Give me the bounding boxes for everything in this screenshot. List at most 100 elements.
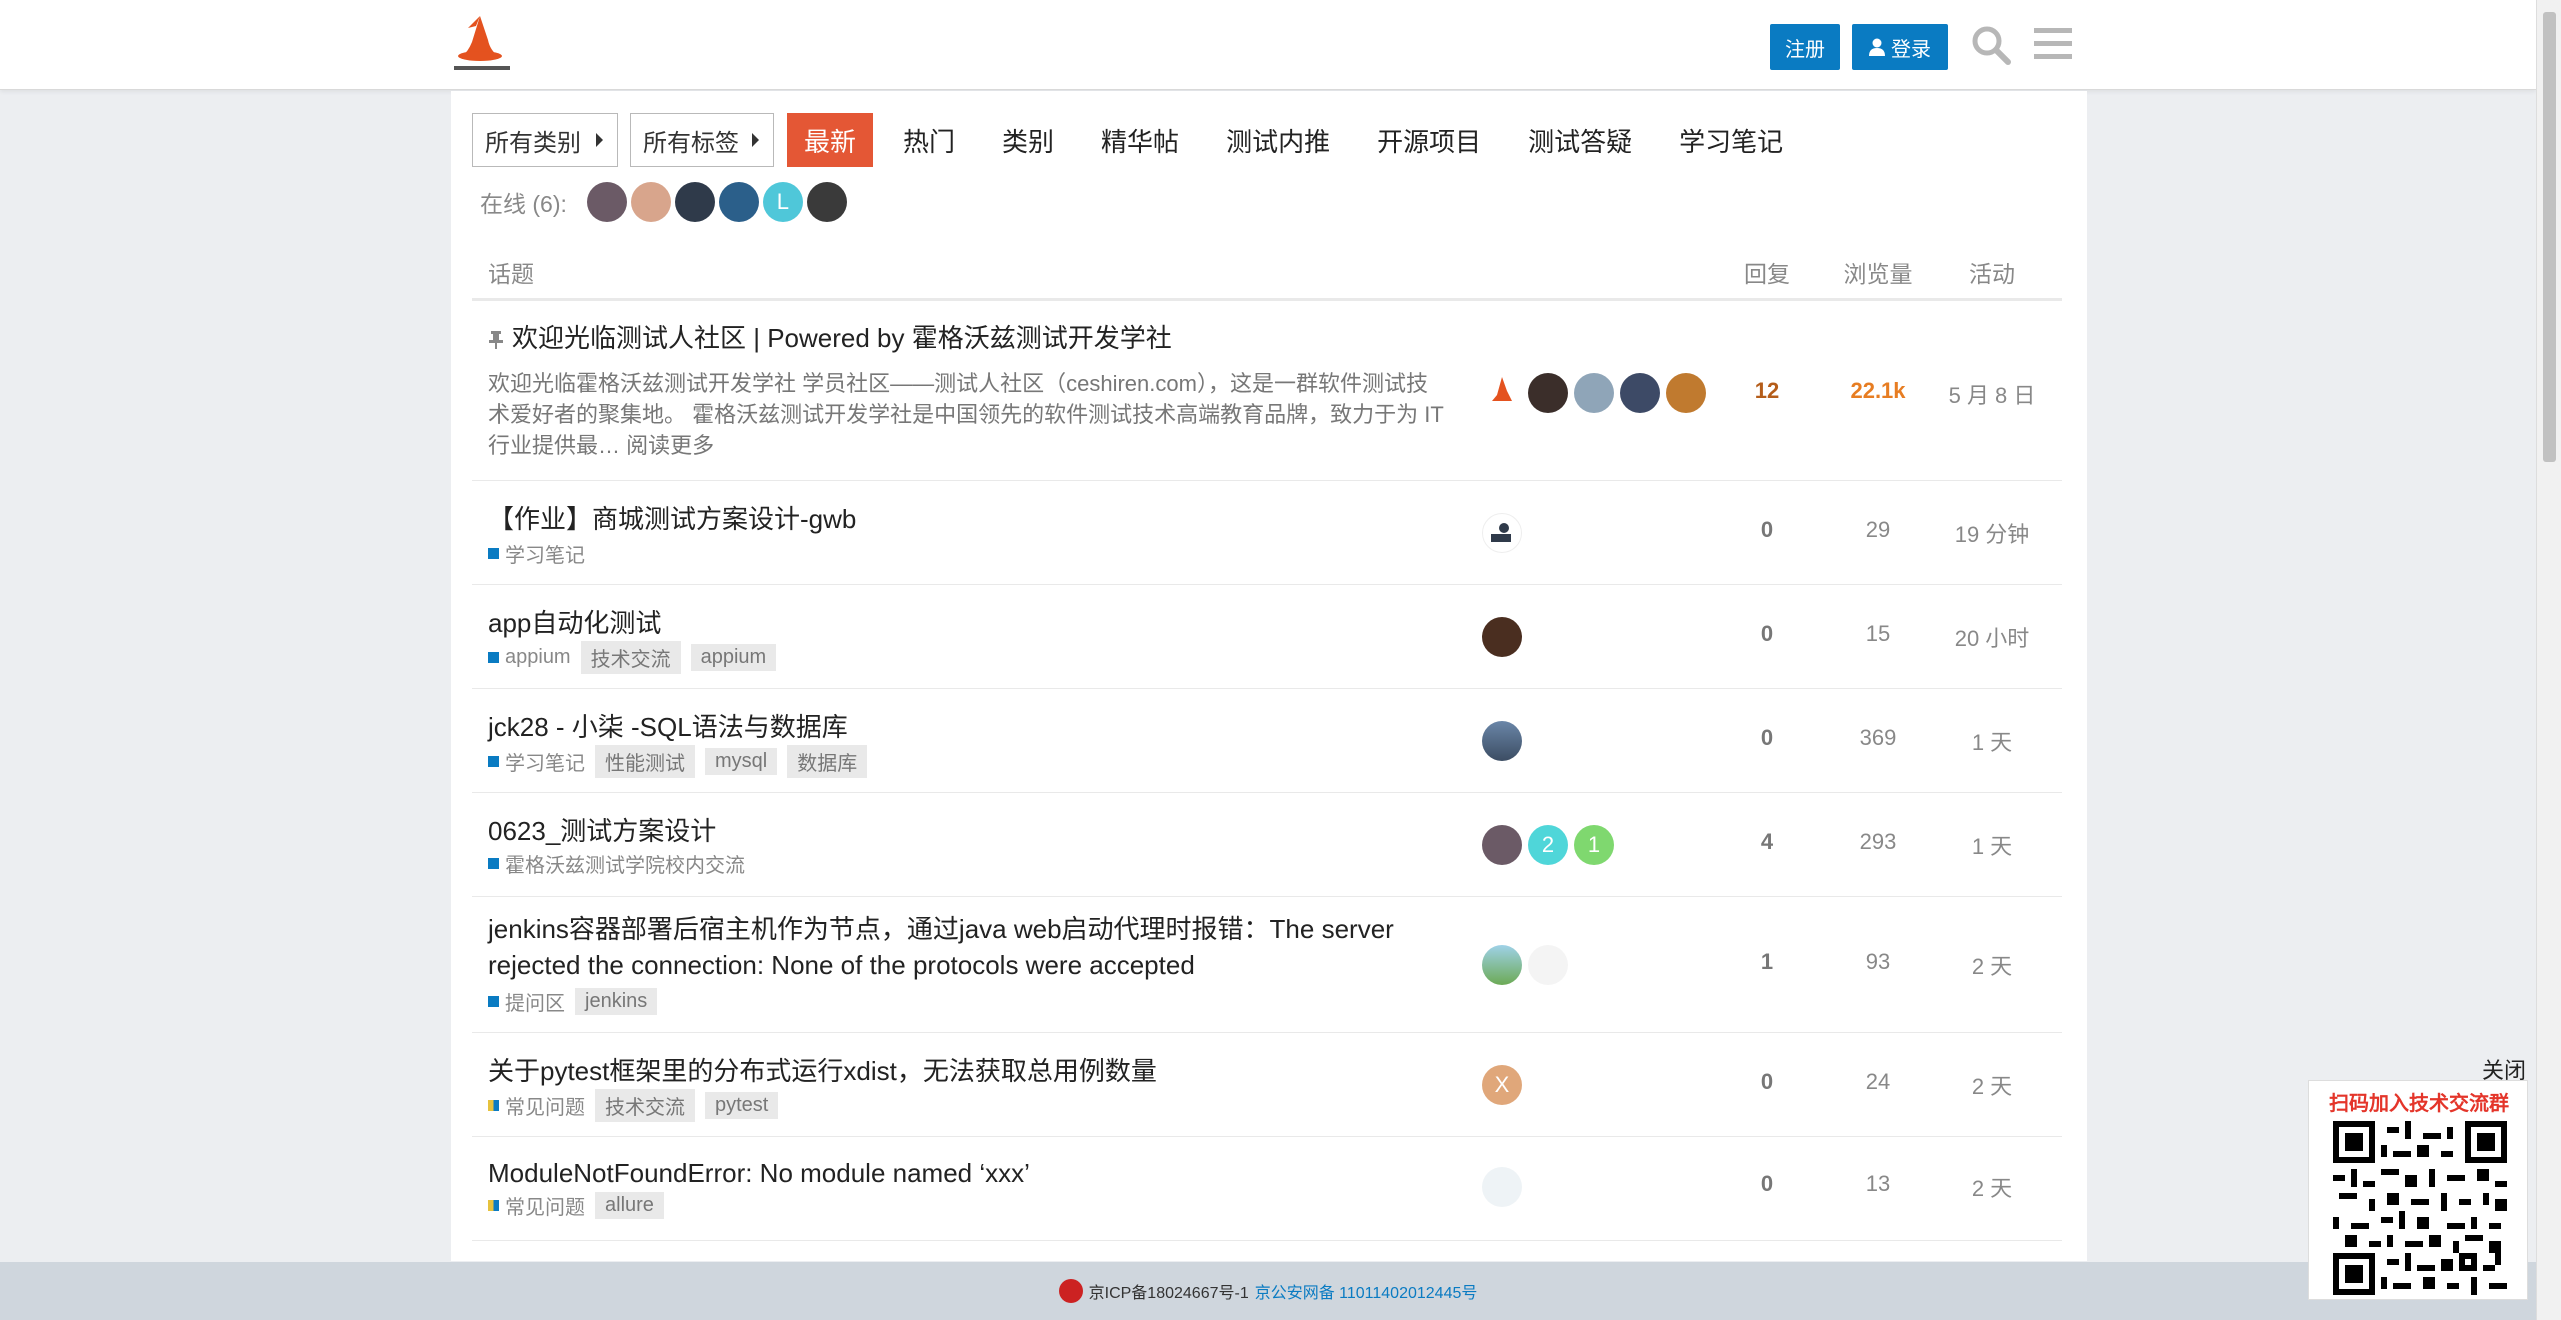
avatar[interactable] — [1482, 373, 1522, 413]
avatar[interactable] — [1482, 617, 1522, 657]
icp-record-link[interactable]: 京ICP备18024667号-1 — [1089, 1279, 1249, 1303]
avatar[interactable] — [718, 182, 759, 222]
view-count: 15 — [1865, 621, 1891, 646]
table-row: 【作业】商城测试方案设计-gwb 学习笔记 0 29 19 分钟 — [472, 481, 2062, 585]
activity-time[interactable]: 2 天 — [1942, 949, 2042, 981]
activity-time[interactable]: 2 天 — [1942, 1171, 2042, 1203]
avatar[interactable] — [630, 182, 671, 222]
category-name: 霍格沃兹测试学院校内交流 — [505, 855, 745, 877]
topic-meta: 霍格沃兹测试学院校内交流 — [488, 849, 745, 878]
tag[interactable]: 技术交流 — [580, 641, 681, 674]
avatar[interactable] — [1574, 373, 1614, 413]
search-icon[interactable] — [1970, 24, 2012, 66]
avatar[interactable]: 1 — [1574, 825, 1614, 865]
avatar[interactable] — [1620, 373, 1660, 413]
topic-meta: 常见问题 allure — [488, 1191, 664, 1220]
tag[interactable]: pytest — [705, 1092, 779, 1119]
reply-count: 0 — [1760, 621, 1774, 646]
category-badge[interactable]: appium — [488, 646, 571, 669]
category-badge[interactable]: 常见问题 — [488, 1191, 585, 1220]
avatar[interactable] — [1666, 373, 1706, 413]
topic-title[interactable]: app自动化测试 — [488, 605, 661, 641]
activity-time[interactable]: 20 小时 — [1942, 621, 2042, 653]
tag[interactable]: mysql — [705, 748, 778, 775]
activity-time[interactable]: 19 分钟 — [1942, 517, 2042, 549]
avatar[interactable]: X — [1482, 1065, 1522, 1105]
avatar[interactable] — [674, 182, 715, 222]
activity-time[interactable]: 2 天 — [1942, 1069, 2042, 1101]
online-users: 在线 (6): L — [480, 181, 851, 223]
activity-time[interactable]: 1 天 — [1942, 725, 2042, 757]
category-badge[interactable]: 提问区 — [488, 987, 565, 1016]
scrollbar-thumb[interactable] — [2543, 12, 2556, 462]
header-topic[interactable]: 话题 — [488, 255, 534, 289]
topic-posters: 2 1 — [1482, 825, 1614, 865]
nav-categories[interactable]: 类别 — [985, 113, 1071, 167]
tag[interactable]: 技术交流 — [595, 1089, 695, 1122]
tag[interactable]: 性能测试 — [595, 745, 695, 778]
hamburger-menu-icon[interactable] — [2034, 26, 2072, 62]
topic-title[interactable]: ModuleNotFoundError: No module named ‘xx… — [488, 1155, 1030, 1191]
category-badge[interactable]: 霍格沃兹测试学院校内交流 — [488, 849, 745, 878]
category-badge[interactable]: 学习笔记 — [488, 747, 585, 776]
view-count: 13 — [1865, 1171, 1891, 1196]
tag-dropdown-label: 所有标签 — [643, 129, 739, 157]
topic-posters — [1482, 373, 1706, 413]
topic-title[interactable]: 欢迎光临测试人社区 | Powered by 霍格沃兹测试开发学社 — [488, 320, 1172, 356]
avatar[interactable] — [1482, 825, 1522, 865]
category-name: 提问区 — [505, 993, 565, 1015]
site-logo[interactable] — [450, 12, 514, 78]
avatar[interactable] — [586, 182, 627, 222]
nav-hot[interactable]: 热门 — [886, 113, 972, 167]
nav-featured[interactable]: 精华帖 — [1084, 113, 1196, 167]
avatar[interactable] — [1482, 1167, 1522, 1207]
category-color — [488, 996, 499, 1007]
activity-time[interactable]: 5 月 8 日 — [1942, 378, 2042, 410]
topic-meta: 学习笔记 性能测试 mysql 数据库 — [488, 745, 868, 778]
table-row: ModuleNotFoundError: No module named ‘xx… — [472, 1137, 2062, 1241]
category-dropdown[interactable]: 所有类别 — [472, 113, 618, 167]
tag[interactable]: appium — [690, 644, 777, 671]
avatar[interactable]: 2 — [1528, 825, 1568, 865]
topic-excerpt: 欢迎光临霍格沃兹测试开发学社 学员社区——测试人社区（ceshiren.com）… — [488, 368, 1448, 461]
avatar[interactable] — [1482, 945, 1522, 985]
tag[interactable]: jenkins — [575, 988, 658, 1015]
caret-right-icon — [752, 133, 759, 147]
reply-count: 0 — [1760, 725, 1774, 750]
avatar[interactable] — [1528, 373, 1568, 413]
category-name: 常见问题 — [505, 1197, 585, 1219]
category-badge[interactable]: 常见问题 — [488, 1091, 585, 1120]
tag[interactable]: 数据库 — [787, 745, 868, 778]
read-more-link[interactable]: 阅读更多 — [626, 433, 714, 458]
topic-title[interactable]: 【作业】商城测试方案设计-gwb — [488, 501, 856, 537]
avatar[interactable] — [1482, 513, 1522, 553]
tag-dropdown[interactable]: 所有标签 — [630, 113, 774, 167]
reply-count: 4 — [1760, 829, 1774, 854]
nav-latest[interactable]: 最新 — [787, 113, 874, 167]
tag[interactable]: allure — [595, 1192, 664, 1219]
header-views[interactable]: 浏览量 — [1838, 255, 1918, 289]
page-scrollbar[interactable] — [2536, 0, 2561, 1320]
nav-qa[interactable]: 测试答疑 — [1511, 113, 1649, 167]
nav-open-source[interactable]: 开源项目 — [1360, 113, 1498, 167]
topic-title[interactable]: 0623_测试方案设计 — [488, 813, 716, 849]
avatar[interactable] — [1528, 945, 1568, 985]
login-button[interactable]: 登录 — [1852, 24, 1948, 70]
nav-study-notes[interactable]: 学习笔记 — [1662, 113, 1800, 167]
activity-time[interactable]: 1 天 — [1942, 829, 2042, 861]
category-badge[interactable]: 学习笔记 — [488, 539, 585, 568]
topic-title[interactable]: 关于pytest框架里的分布式运行xdist，无法获取总用例数量 — [488, 1053, 1157, 1089]
avatar[interactable]: L — [762, 182, 803, 222]
category-name: 常见问题 — [505, 1097, 585, 1119]
view-count: 369 — [1859, 725, 1897, 750]
avatar[interactable] — [1482, 721, 1522, 761]
table-row: jck28 - 小柒 -SQL语法与数据库 学习笔记 性能测试 mysql 数据… — [472, 689, 2062, 793]
header-replies[interactable]: 回复 — [1742, 255, 1792, 289]
police-record-link[interactable]: 京公安网备 11011402012445号 — [1255, 1279, 1478, 1303]
topic-title[interactable]: jenkins容器部署后宿主机作为节点，通过java web启动代理时报错：Th… — [488, 911, 1394, 983]
nav-referrals[interactable]: 测试内推 — [1209, 113, 1347, 167]
header-activity[interactable]: 活动 — [1952, 255, 2032, 289]
topic-title[interactable]: jck28 - 小柒 -SQL语法与数据库 — [488, 709, 848, 745]
avatar[interactable] — [806, 182, 847, 222]
register-button[interactable]: 注册 — [1770, 24, 1840, 70]
